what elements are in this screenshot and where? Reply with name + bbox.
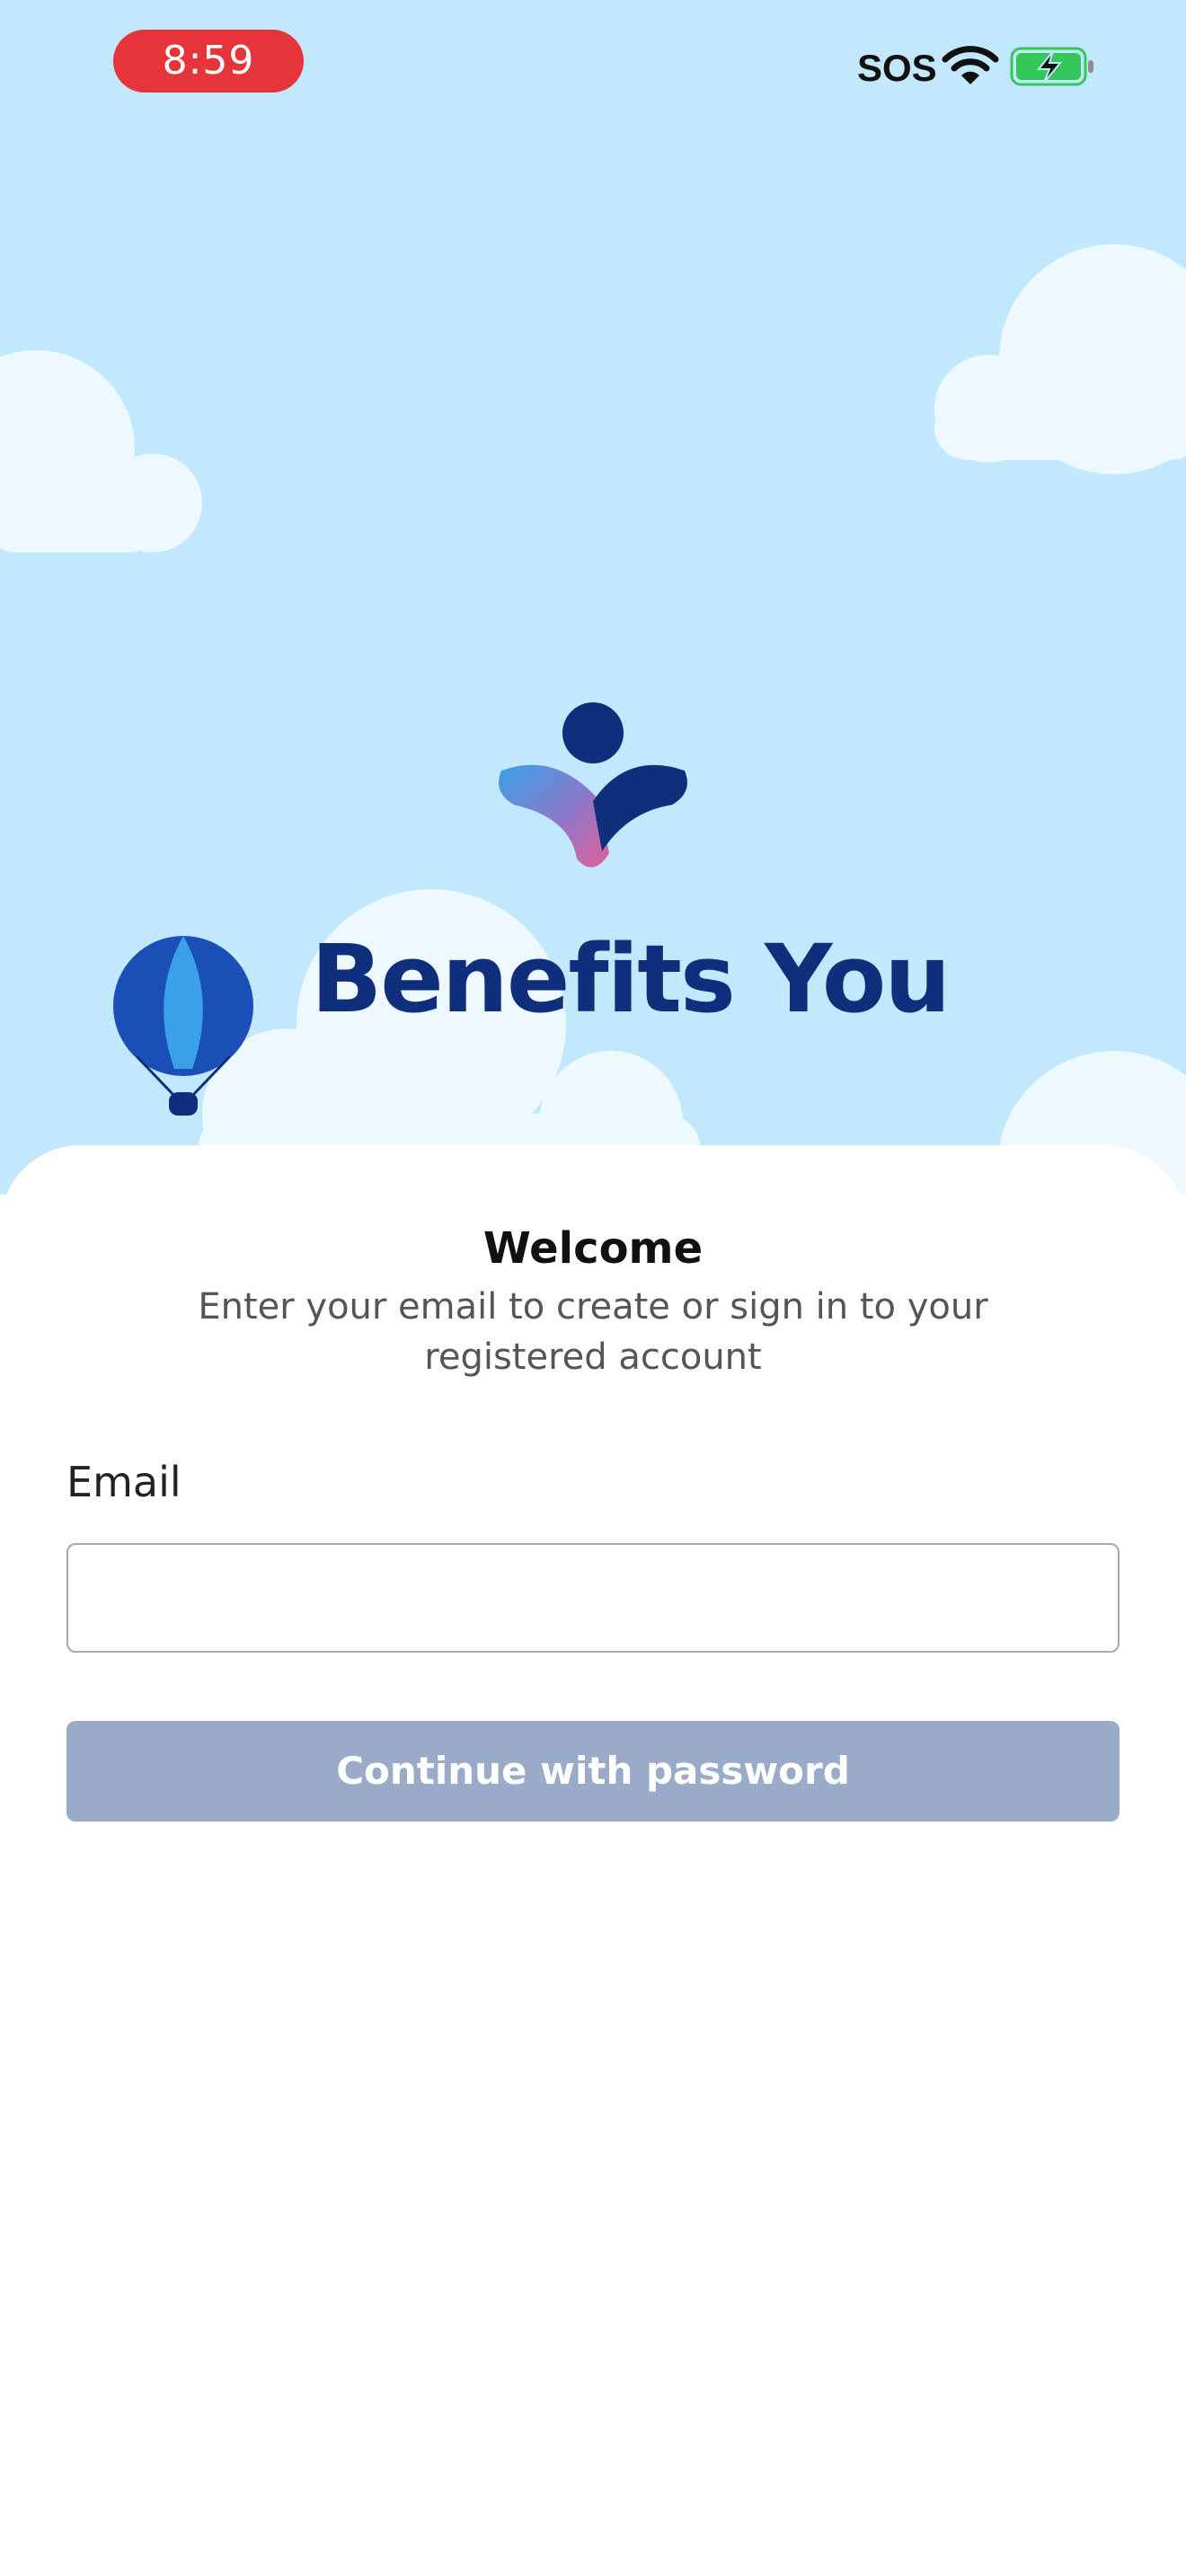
status-time[interactable]: 8:59 (113, 30, 304, 93)
email-label: Email (66, 1458, 181, 1506)
sos-indicator: SOS (857, 47, 937, 89)
continue-with-password-button[interactable]: Continue with password (66, 1721, 1120, 1822)
hot-air-balloon-icon (113, 936, 253, 1116)
welcome-subtitle: Enter your email to create or sign in to… (198, 1286, 988, 1378)
wifi-icon (942, 46, 999, 84)
status-bar: 8:59 SOS (0, 0, 1186, 126)
brand-name: Benefits You (311, 924, 951, 1034)
welcome-title: Welcome (482, 1223, 704, 1274)
email-field[interactable] (66, 1543, 1120, 1653)
person-logo-icon (499, 702, 687, 868)
battery-charging-icon (1010, 47, 1093, 86)
